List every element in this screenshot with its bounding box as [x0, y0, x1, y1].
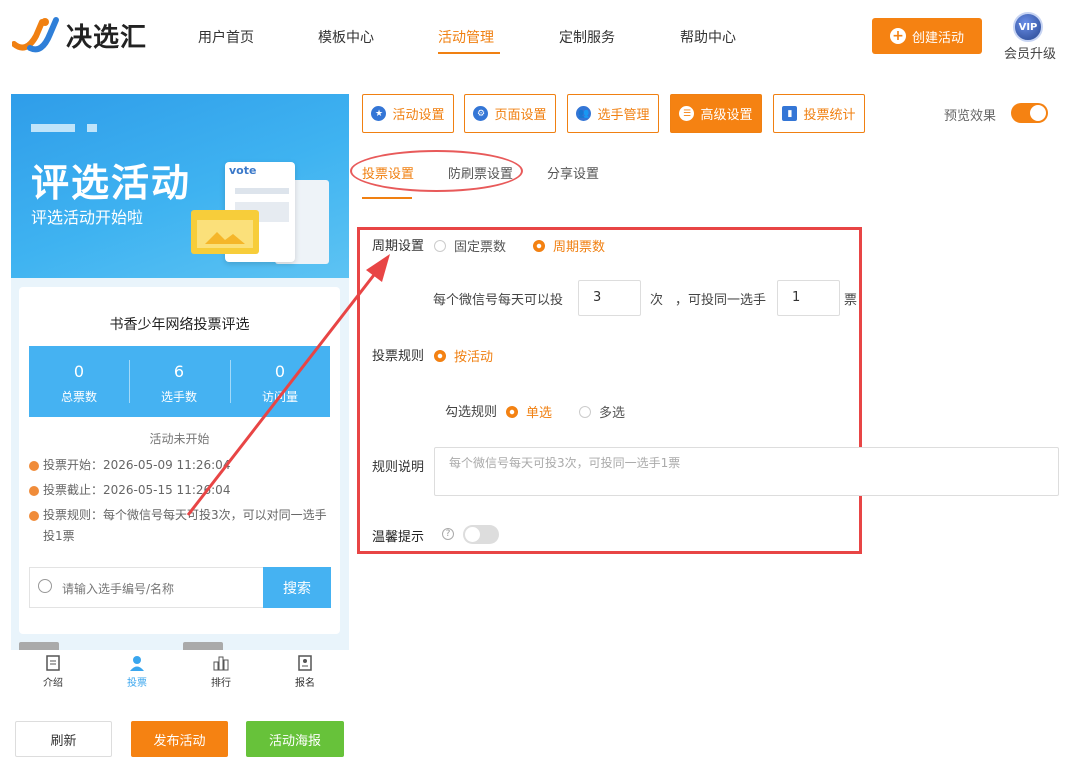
- annotation-arrow: [186, 254, 390, 516]
